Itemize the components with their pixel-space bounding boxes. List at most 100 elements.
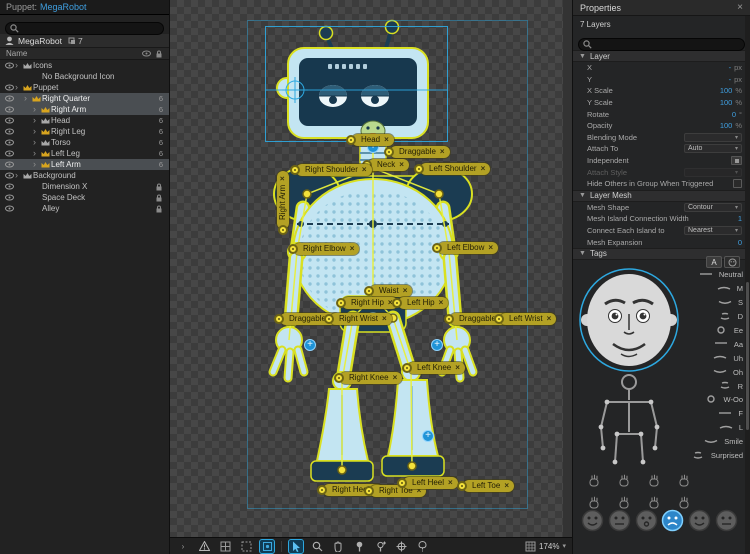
layer-row-space-deck[interactable]: Space Deck [0,192,169,203]
puppet-root-row[interactable]: MegaRobot 7 [0,34,169,48]
visibility-column-icon[interactable] [142,50,151,57]
add-handle-icon[interactable]: + [431,339,443,351]
visibility-eye-icon[interactable] [3,183,15,190]
lock-icon[interactable] [155,205,163,213]
name-column-label[interactable]: Name [6,49,27,58]
pin-icon[interactable] [494,314,504,324]
attach-pin-tool-icon[interactable] [373,540,387,553]
dangle-pin-tool-icon[interactable] [415,540,429,553]
add-handle-icon[interactable]: + [422,430,434,442]
dropdown[interactable]: Auto▾ [684,144,742,153]
layer-row-icons[interactable]: ›Icons [0,60,169,71]
visibility-eye-icon[interactable] [3,205,15,212]
dropdown[interactable]: ▾ [684,168,742,177]
expression-face-6[interactable] [715,509,738,532]
visibility-eye-icon[interactable] [3,95,15,102]
layer-row-head[interactable]: ›Head6 [0,115,169,126]
layer-row-dimension-x[interactable]: Dimension X [0,181,169,192]
fit-grid-icon[interactable] [525,541,536,552]
viseme-row-uh[interactable]: Uh [653,351,743,365]
value-field[interactable]: 100% [720,121,742,130]
value-field[interactable]: 100% [720,98,742,107]
tag-neck[interactable]: Neck× [368,159,409,171]
lock-icon[interactable] [155,183,163,191]
tag-left-wrist[interactable]: Left Wrist× [500,313,556,325]
expand-arrow-icon[interactable]: › [33,105,40,114]
tag-left-toe[interactable]: Left Toe× [463,480,514,492]
pin-icon[interactable] [414,164,424,174]
panel-expand-icon[interactable]: › [176,540,190,553]
viseme-row-smile[interactable]: Smile [653,435,743,449]
expand-arrow-icon[interactable]: › [15,61,22,70]
pin-icon[interactable] [364,486,374,496]
show-handles-icon[interactable] [260,540,274,553]
pin-icon[interactable] [334,373,344,383]
value-field[interactable]: -px [729,75,742,84]
layer-row-puppet[interactable]: ›Puppet [0,82,169,93]
pin-icon[interactable] [336,298,346,308]
properties-title[interactable]: Properties [580,3,621,13]
tag-remove-icon[interactable]: × [350,244,355,253]
tag-left-knee[interactable]: Left Knee× [408,362,465,374]
pin-icon[interactable] [384,147,394,157]
crosshair-pin-tool-icon[interactable] [394,540,408,553]
viseme-row-m[interactable]: M [653,282,743,296]
scrollbar-track[interactable] [745,16,750,554]
tag-right-arm[interactable]: Right Arm× [277,171,289,229]
pin-icon[interactable] [364,286,374,296]
close-icon[interactable]: × [737,2,743,13]
expression-face-2[interactable] [608,509,631,532]
expand-arrow-icon[interactable]: › [33,149,40,158]
expand-arrow-icon[interactable]: › [15,171,22,180]
tag-right-knee[interactable]: Right Knee× [340,372,402,384]
warning-icon[interactable] [197,540,211,553]
show-mesh-icon[interactable] [218,540,232,553]
add-handle-icon[interactable]: + [304,339,316,351]
lock-column-icon[interactable] [155,50,163,58]
visibility-eye-icon[interactable] [3,84,15,91]
expression-face-5[interactable] [688,509,711,532]
tag-right-hip[interactable]: Right Hip× [342,297,398,309]
pin-icon[interactable] [278,225,288,235]
hand-tool-icon[interactable] [331,540,345,553]
layer-row-background[interactable]: ›Background [0,170,169,181]
layer-row-right-quarter[interactable]: ›Right Quarter6 [0,93,169,104]
tag-remove-icon[interactable]: × [362,165,367,174]
puppet-search-input[interactable] [5,22,164,35]
tag-remove-icon[interactable]: × [488,243,493,252]
section-layer[interactable]: ▼ Layer [573,50,750,62]
value-field[interactable]: -px [729,63,742,72]
pin-icon[interactable] [274,314,284,324]
pin-icon[interactable] [397,478,407,488]
rig-canvas[interactable]: Head×Draggable×Neck×Right Shoulder×Left … [170,0,572,537]
independent-toggle-icon[interactable] [731,156,742,165]
layer-row-right-arm[interactable]: ›Right Arm6 [0,104,169,115]
visibility-eye-icon[interactable] [3,139,15,146]
tag-remove-icon[interactable]: × [547,314,552,323]
tag-right-wrist[interactable]: Right Wrist× [330,313,392,325]
tag-remove-icon[interactable]: × [384,135,389,144]
hand-pose-icon[interactable] [617,474,637,492]
layer-row-alley[interactable]: Alley [0,203,169,214]
value-field[interactable]: 1 [738,214,742,223]
zoom-caret-icon[interactable]: ▾ [562,542,566,550]
expression-face-4[interactable] [661,509,684,532]
tag-left-elbow[interactable]: Left Elbow× [438,242,498,254]
expand-arrow-icon[interactable]: › [33,138,40,147]
dropdown[interactable]: ▾ [684,133,742,142]
layer-row-no-background-icon[interactable]: No Background Icon [0,71,169,82]
expand-arrow-icon[interactable]: › [15,83,22,92]
tag-remove-icon[interactable]: × [481,164,486,173]
hand-pose-icon[interactable] [587,474,607,492]
viseme-row-s[interactable]: S [653,296,743,310]
viseme-row-aa[interactable]: Aa [653,337,743,351]
tag-remove-icon[interactable]: × [393,373,398,382]
hand-pose-icon[interactable] [677,474,697,492]
visibility-eye-icon[interactable] [3,106,15,113]
tag-remove-icon[interactable]: × [504,481,509,490]
visibility-eye-icon[interactable] [3,62,15,69]
tag-remove-icon[interactable]: × [403,286,408,295]
visibility-eye-icon[interactable] [3,150,15,157]
pin-tool-icon[interactable] [352,540,366,553]
value-field[interactable]: 100% [720,86,742,95]
